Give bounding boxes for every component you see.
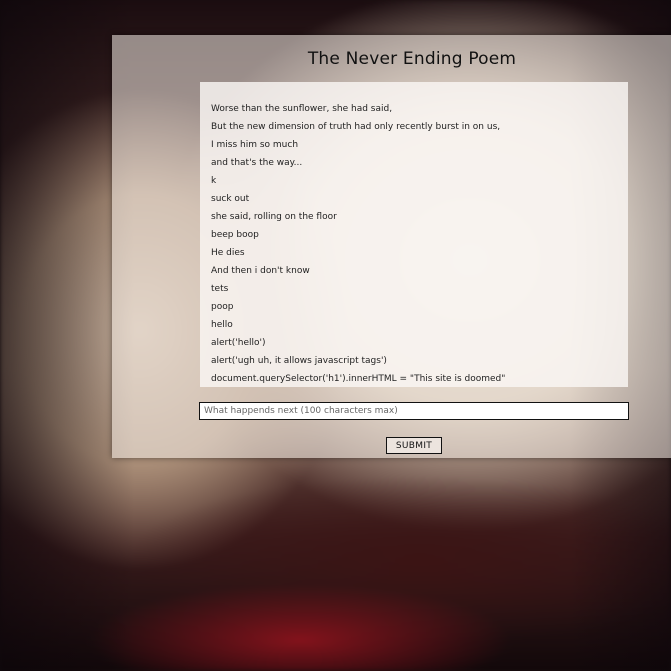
poem-lines: Worse than the sunflower, she had said, … [200, 82, 628, 387]
poem-line: tets [211, 284, 229, 294]
poem-line: Worse than the sunflower, she had said, [211, 104, 393, 114]
poem-line: alert('hello') [211, 338, 266, 348]
poem-line: He dies [211, 248, 245, 258]
poem-line: And then i don't know [211, 266, 310, 276]
next-line-input[interactable] [199, 402, 629, 420]
poem-line: alert('ugh uh, it allows javascript tags… [211, 356, 387, 366]
poem-panel: The Never Ending Poem Worse than the sun… [112, 35, 671, 458]
poem-line: beep boop [211, 230, 259, 240]
poem-line: k [211, 176, 217, 186]
poem-line: hello [211, 320, 233, 330]
poem-line: she said, rolling on the floor [211, 212, 337, 222]
poem-line: But the new dimension of truth had only … [211, 122, 501, 132]
poem-display[interactable]: Worse than the sunflower, she had said, … [200, 82, 628, 387]
poem-line: suck out [211, 194, 250, 204]
poem-line: poop [211, 302, 234, 312]
poem-line: I miss him so much [211, 140, 299, 150]
submit-button[interactable]: SUBMIT [386, 437, 442, 454]
poem-line: and that's the way... [211, 158, 303, 168]
poem-line: document.querySelector('h1').innerHTML =… [211, 374, 506, 384]
page-title: The Never Ending Poem [307, 49, 517, 69]
